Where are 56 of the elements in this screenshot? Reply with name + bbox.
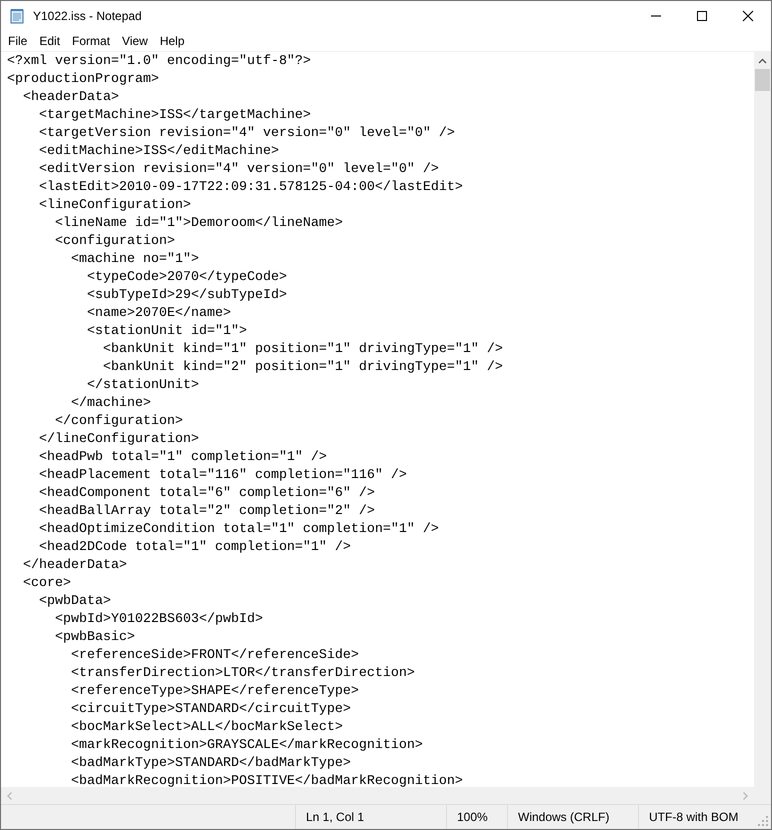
text-line: <headerData> — [22, 89, 120, 107]
notepad-icon — [9, 8, 25, 24]
menu-item[interactable]: Help — [154, 34, 191, 48]
text-line: <markRecognition>GRAYSCALE</markRecognition> — [70, 737, 424, 755]
text-line: <editVersion revision="4" version="0" level="0" /> — [38, 161, 440, 179]
text-line: <targetVersion revision="4" version="0" level="0" /> — [38, 125, 456, 143]
text-line: <bankUnit kind="2" position="1" drivingType="1" /> — [102, 359, 504, 377]
text-line: <core> — [22, 575, 72, 593]
close-icon — [742, 10, 754, 22]
text-line: <lineConfiguration> — [38, 197, 192, 215]
text-line: <referenceSide>FRONT</referenceSide> — [70, 647, 360, 665]
text-line: <head2DCode total="1" completion="1" /> — [38, 539, 352, 557]
text-line: <headOptimizeCondition total="1" completion="1" /> — [38, 521, 440, 539]
text-line: <badMarkType>STANDARD</badMarkType> — [70, 755, 352, 773]
text-line: <machine no="1"> — [70, 251, 200, 269]
text-line: <pwbId>Y01022BS603</pwbId> — [54, 611, 264, 629]
text-line: <badMarkRecognition>POSITIVE</badMarkRecognition> — [70, 773, 464, 787]
status-text: Ln 1, Col 1 — [295, 805, 446, 829]
text-line: <pwbBasic> — [54, 629, 136, 647]
text-line: <lineName id="1">Demoroom</lineName> — [54, 215, 344, 233]
menu-item[interactable]: File — [2, 34, 34, 48]
menu-item[interactable]: View — [116, 34, 154, 48]
text-line: </headerData> — [22, 557, 128, 575]
status-text: 100% — [446, 805, 507, 829]
text-line: <bankUnit kind="1" position="1" drivingType="1" /> — [102, 341, 504, 359]
text-line: <lastEdit>2010-09-17T22:09:31.578125-04:00</lastEdit> — [38, 179, 464, 197]
resize-grip-icon[interactable] — [757, 815, 769, 827]
maximize-icon — [696, 10, 708, 22]
text-line: <editMachine>ISS</editMachine> — [38, 143, 280, 161]
text-line: <headBallArray total="2" completion="2" /> — [38, 503, 376, 521]
text-line: </machine> — [70, 395, 152, 413]
text-line: <typeCode>2070</typeCode> — [86, 269, 288, 287]
text-line: <headPlacement total="116" completion="116" /> — [38, 467, 408, 485]
text-line: </stationUnit> — [86, 377, 200, 395]
text-line: </lineConfiguration> — [38, 431, 200, 449]
text-line: <targetMachine>ISS</targetMachine> — [38, 107, 312, 125]
text-line: </configuration> — [54, 413, 184, 431]
menu-item[interactable]: Format — [66, 34, 116, 48]
text-line: <configuration> — [54, 233, 176, 251]
text-line: <headPwb total="1" completion="1" /> — [38, 449, 328, 467]
text-line: <transferDirection>LTOR</transferDirection> — [70, 665, 416, 683]
text-line: <stationUnit id="1"> — [86, 323, 248, 341]
text-line: <bocMarkSelect>ALL</bocMarkSelect> — [70, 719, 344, 737]
text-line: <name>2070E</name> — [86, 305, 232, 323]
text-line: <?xml version="1.0" encoding="utf-8"?> — [7, 53, 312, 71]
text-line: <subTypeId>29</subTypeId> — [86, 287, 288, 305]
text-line: <circuitType>STANDARD</circuitType> — [70, 701, 352, 719]
text-line: <pwbData> — [38, 593, 112, 611]
window-title: Y1022.iss - Notepad — [33, 9, 143, 23]
menu-item[interactable]: Edit — [33, 34, 66, 48]
status-text: UTF-8 with BOM — [638, 805, 757, 829]
text-line: <productionProgram> — [7, 71, 160, 89]
text-line: <headComponent total="6" completion="6" /> — [38, 485, 376, 503]
status-text: Windows (CRLF) — [507, 805, 638, 829]
scrollbar-thumb[interactable] — [755, 69, 770, 91]
text-line: <referenceType>SHAPE</referenceType> — [70, 683, 360, 701]
